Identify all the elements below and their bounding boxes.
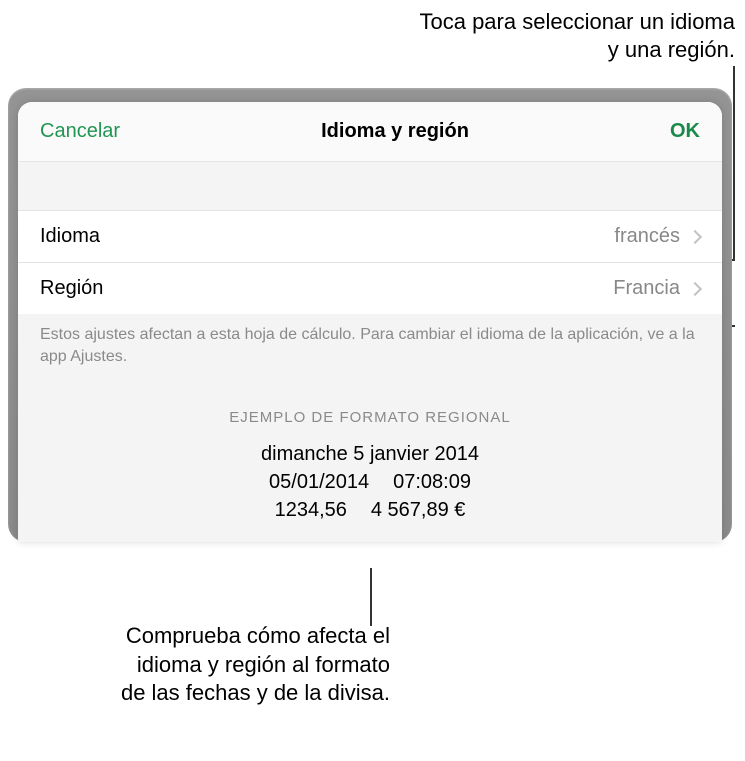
example-header: EJEMPLO DE FORMATO REGIONAL	[40, 409, 700, 426]
language-region-sheet: Cancelar Idioma y región OK Idioma franc…	[18, 102, 722, 542]
row-language[interactable]: Idioma francés	[18, 210, 722, 262]
settings-footer-note: Estos ajustes afectan a esta hoja de cál…	[18, 314, 722, 381]
device-frame: Cancelar Idioma y región OK Idioma franc…	[8, 88, 732, 542]
ok-button[interactable]: OK	[670, 120, 700, 143]
chevron-right-icon	[688, 281, 702, 295]
cancel-button[interactable]: Cancelar	[40, 120, 120, 143]
example-short-date: 05/01/2014	[269, 468, 369, 496]
chevron-right-icon	[688, 229, 702, 243]
sheet-title: Idioma y región	[321, 120, 469, 143]
example-currency: 4 567,89 €	[371, 496, 466, 524]
callout-bottom-text: Comprueba cómo afecta el idioma y región…	[110, 622, 390, 708]
callout-leader-line-bottom	[370, 568, 372, 626]
row-region[interactable]: Región Francia	[18, 262, 722, 314]
row-label-language: Idioma	[40, 225, 100, 248]
example-time: 07:08:09	[393, 468, 471, 496]
sheet-header: Cancelar Idioma y región OK	[18, 102, 722, 162]
example-section: EJEMPLO DE FORMATO REGIONAL dimanche 5 j…	[18, 381, 722, 542]
callout-top-text: Toca para seleccionar un idioma y una re…	[415, 8, 735, 63]
row-value-language: francés	[614, 225, 680, 248]
example-number: 1234,56	[275, 496, 347, 524]
example-long-date: dimanche 5 janvier 2014	[40, 440, 700, 468]
row-value-region: Francia	[613, 277, 680, 300]
section-spacer	[18, 162, 722, 210]
row-label-region: Región	[40, 277, 103, 300]
callout-leader-line	[733, 66, 735, 261]
